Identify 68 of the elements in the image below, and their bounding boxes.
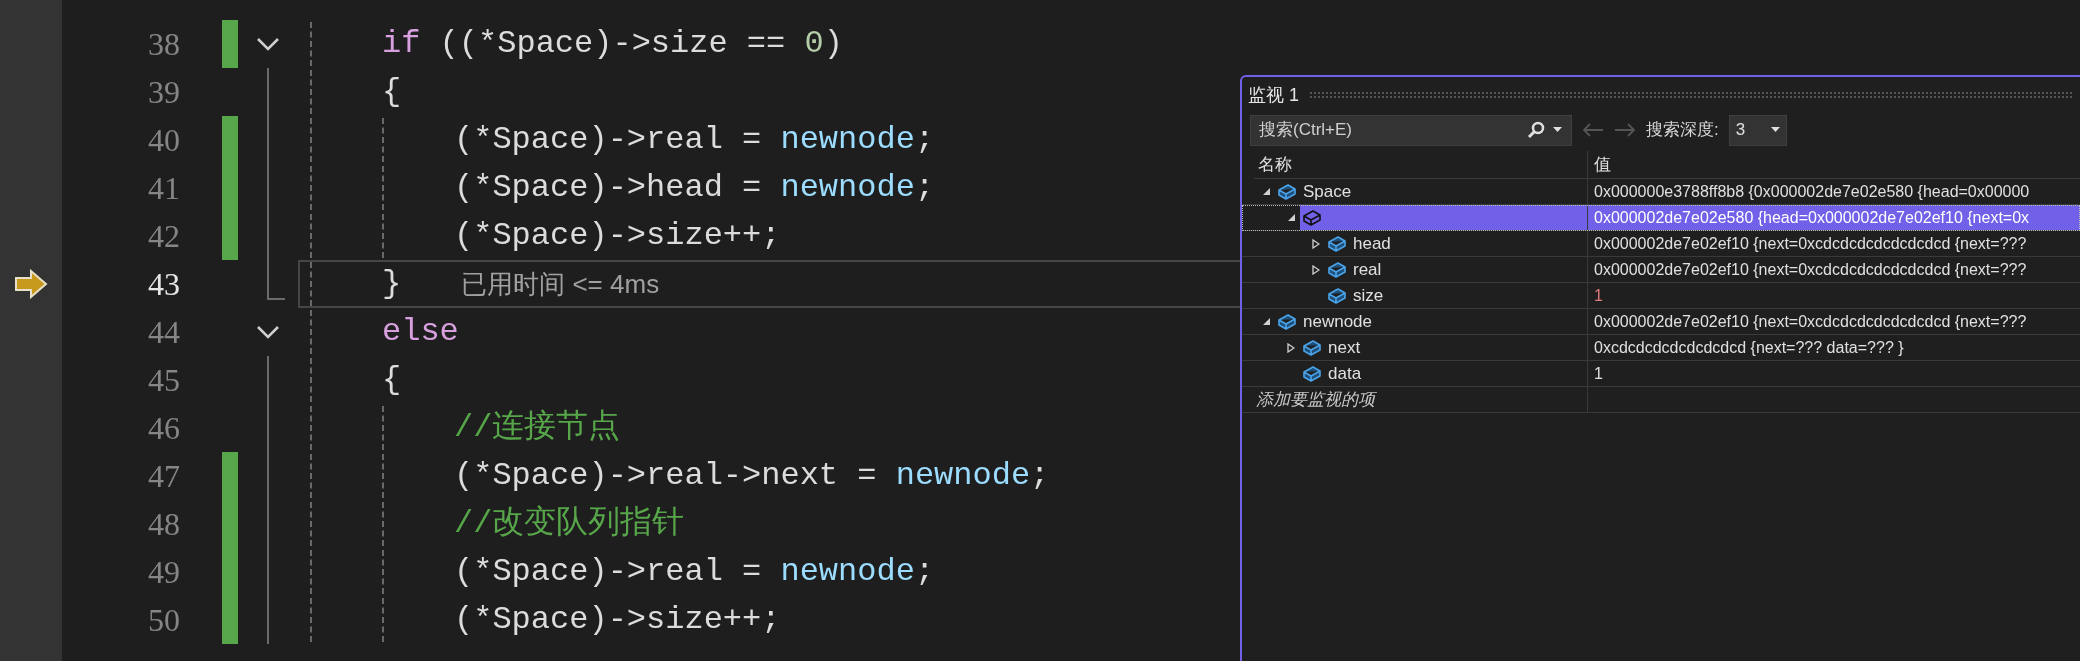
line-number: 42 [147,220,180,252]
variable-name: head [1353,232,1391,255]
code-line: { [382,76,402,108]
field-icon [1327,260,1347,279]
line-number: 50 [147,604,180,636]
variable-name: newnode [1303,310,1372,333]
arrow-icon [14,269,48,299]
variable-value: 1 [1594,285,1603,306]
variable-name: size [1353,284,1384,307]
variable-value: 0x000002de7e02ef10 {next=0xcdcdcdcdcdcdcdcd {next=??? [1594,311,2027,332]
chevron-icon[interactable] [256,37,280,51]
line-number: 40 [147,124,180,156]
code-line: (*Space)->real = newnode; [454,124,935,156]
chevron-icon[interactable] [256,325,280,339]
line-number: 49 [147,556,180,588]
panel-title: 监视 1 [1248,83,1299,107]
code-line: (*Space)->real->next = newnode; [454,460,1050,492]
line-number: 39 [147,76,180,108]
variable-value: 0x000002de7e02ef10 {next=0xcdcdcdcdcdcdcdcd {next=??? [1594,233,2027,254]
field-icon [1327,234,1347,253]
line-number: 48 [147,508,180,540]
expanded-icon[interactable] [1286,213,1296,222]
variable-name: real [1353,258,1382,281]
code-line: (*Space)->size++; [454,220,781,252]
field-icon [1302,364,1322,383]
code-line: if ((*Space)->size == 0) [382,28,843,60]
search-depth-label: 搜索深度: [1646,119,1719,142]
column-header[interactable]: 名称 [1254,151,1587,178]
field-icon [1277,312,1297,331]
expanded-icon[interactable] [1261,187,1271,196]
line-number: 46 [147,412,180,444]
code-line: (*Space)->head = newnode; [454,172,935,204]
elapsed-time-hint: 已用时间 <= 4ms [461,267,660,301]
line-number: 43 [147,268,180,300]
search-field[interactable]: 搜索(Ctrl+E) [1250,114,1572,146]
field-icon [1302,208,1322,227]
code-line: { [382,364,402,396]
variable-name: data [1328,362,1362,385]
line-number: 44 [147,316,180,348]
variable-value: 1 [1594,363,1603,384]
variable-value: 0x000002de7e02e580 {head=0x000002de7e02ef10 {next=0x [1594,207,2030,228]
add-watch-placeholder[interactable]: 添加要监视的项 [1256,386,1375,413]
variable-value: 0xcdcdcdcdcdcdcdcd {next=??? data=??? } [1594,337,1904,358]
code-line: (*Space)->real = newnode; [454,556,935,588]
depth-dropdown[interactable]: 3 [1728,114,1787,146]
field-icon [1302,338,1322,357]
code-line: } [382,268,402,300]
collapsed-icon[interactable] [1312,264,1320,275]
caret-icon[interactable] [1553,126,1562,133]
line-number: 38 [147,28,180,60]
field-icon [1327,286,1347,305]
column-header[interactable]: 值 [1587,151,2080,178]
caret-icon [1770,127,1780,133]
search-icon[interactable] [1526,119,1546,140]
line-number: 47 [147,460,180,492]
code-line: (*Space)->size++; [454,604,781,636]
expanded-icon[interactable] [1261,317,1271,326]
line-number: 45 [147,364,180,396]
variable-name: next [1328,336,1361,359]
collapsed-icon[interactable] [1312,238,1320,249]
line-number: 41 [147,172,180,204]
variable-value: 0x000000e3788ff8b8 {0x000002de7e02e580 {head=0x00000 [1594,181,2030,202]
collapsed-icon[interactable] [1287,342,1295,353]
variable-name: Space [1303,180,1352,203]
variable-value: 0x000002de7e02ef10 {next=0xcdcdcdcdcdcdcdcd {next=??? [1594,259,2027,280]
field-icon [1277,182,1297,201]
code-line: else [382,316,459,348]
fold-end-line [267,260,285,300]
